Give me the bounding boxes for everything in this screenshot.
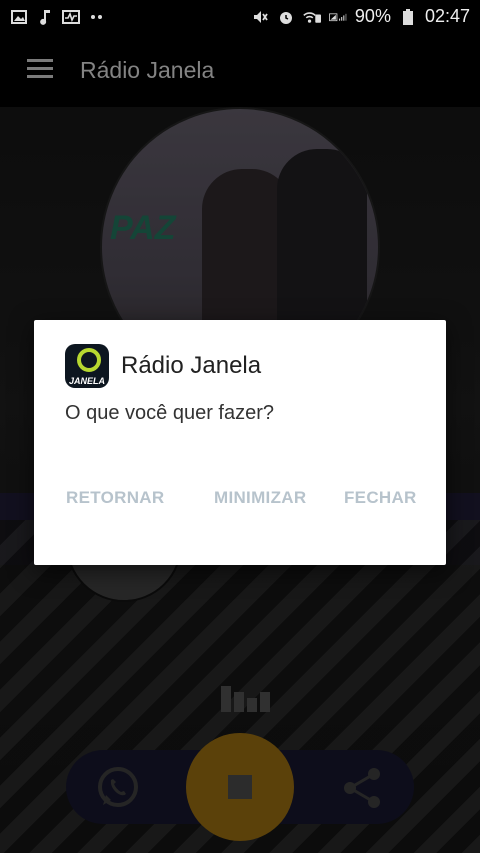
more-dots-icon [88, 9, 106, 25]
status-right-icons: 90% 02:47 [251, 6, 470, 27]
dialog-title: Rádio Janela [121, 352, 262, 379]
alarm-icon [277, 9, 295, 25]
minimize-button[interactable]: MINIMIZAR [214, 488, 306, 508]
gallery-icon [10, 9, 28, 25]
dialog-actions: RETORNAR MINIMIZAR FECHAR [34, 488, 446, 528]
clock: 02:47 [424, 6, 470, 26]
wifi-call-icon [303, 9, 321, 25]
battery-percent: 90% [354, 6, 391, 26]
signal-icon [329, 9, 347, 25]
app-logo: JANELA [65, 344, 109, 388]
logo-ring [77, 348, 101, 372]
status-left-icons [10, 9, 106, 25]
mute-icon [251, 9, 269, 25]
return-button[interactable]: RETORNAR [66, 488, 164, 508]
music-note-icon [36, 9, 54, 25]
exit-dialog: JANELA Rádio Janela O que você quer faze… [34, 320, 446, 565]
status-bar: 90% 02:47 [0, 0, 480, 33]
dialog-message: O que você quer fazer? [65, 402, 275, 424]
logo-text: JANELA [68, 376, 105, 386]
dialog-header: JANELA Rádio Janela [65, 344, 261, 388]
activity-icon [62, 9, 80, 25]
battery-icon [399, 8, 417, 25]
close-button[interactable]: FECHAR [344, 488, 417, 508]
